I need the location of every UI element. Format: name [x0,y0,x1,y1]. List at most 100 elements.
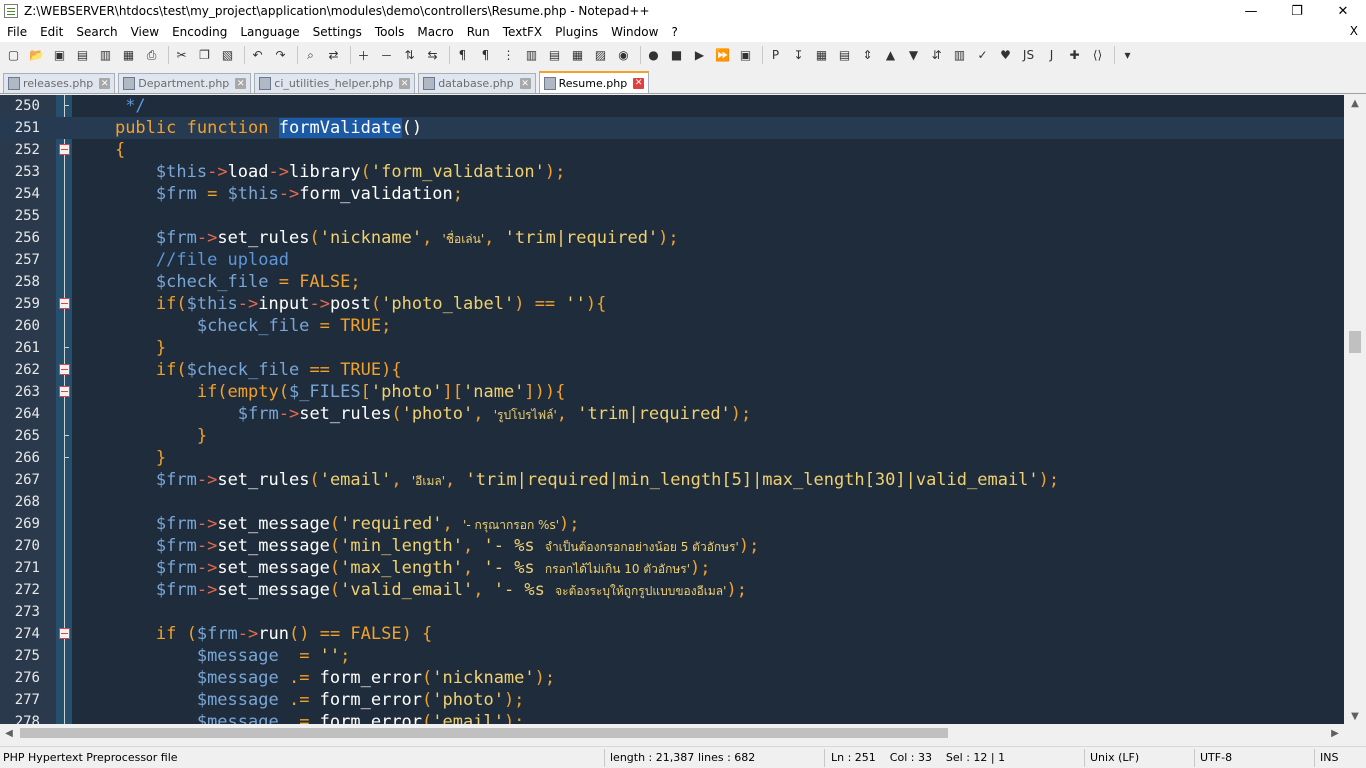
close-all-icon[interactable]: ▦ [119,46,138,65]
vertical-scroll-thumb[interactable] [1349,331,1361,353]
menu-tools[interactable]: Tools [368,25,411,39]
code-line[interactable]: 278 $message .= form_error('email'); [0,711,1344,724]
fold-toggle-icon[interactable] [59,144,70,155]
table-icon[interactable]: ▦ [812,46,831,65]
code-line[interactable]: 262 if($check_file == TRUE){ [0,359,1344,381]
code-line[interactable]: 258 $check_file = FALSE; [0,271,1344,293]
scroll-left-button[interactable]: ◀ [0,724,18,742]
code-line[interactable]: 276 $message .= form_error('nickname'); [0,667,1344,689]
compare-icon[interactable]: ⇵ [927,46,946,65]
udl-icon[interactable]: ▥ [522,46,541,65]
close-tab-icon[interactable]: ✕ [399,78,411,89]
code-line[interactable]: 251 public function formValidate() [0,117,1344,139]
close-tab-icon[interactable]: ✕ [235,78,247,89]
stop-record-icon[interactable]: ■ [667,46,686,65]
menu-encoding[interactable]: Encoding [165,25,233,39]
code-line[interactable]: 268 [0,491,1344,513]
scroll-right-button[interactable]: ▶ [1326,724,1344,742]
code-line[interactable]: 270 $frm->set_message('min_length', '- %… [0,535,1344,557]
tab-department-php[interactable]: Department.php ✕ [118,73,252,93]
fold-toggle-icon[interactable] [59,298,70,309]
sync-vertical-icon[interactable]: ⇅ [400,46,419,65]
code-line[interactable]: 259 if($this->input->post('photo_label')… [0,293,1344,315]
paste-icon[interactable]: ▧ [218,46,237,65]
play-macro-icon[interactable]: ▶ [690,46,709,65]
tab-resume-php[interactable]: Resume.php ✕ [538,71,650,93]
code-line[interactable]: 255 [0,205,1344,227]
open-file-icon[interactable]: 📂 [27,46,46,65]
json-icon[interactable]: J [1042,46,1061,65]
code-line[interactable]: 253 $this->load->library('form_validatio… [0,161,1344,183]
new-file-icon[interactable]: ▢ [4,46,23,65]
code-line[interactable]: 260 $check_file = TRUE; [0,315,1344,337]
replace-icon[interactable]: ⇄ [324,46,343,65]
code-line[interactable]: 257 //file upload [0,249,1344,271]
code-line[interactable]: 263 if(empty($_FILES['photo']['name'])){ [0,381,1344,403]
close-tab-icon[interactable]: ✕ [519,78,531,89]
code-line[interactable]: 269 $frm->set_message('required', '- กรุ… [0,513,1344,535]
heart-icon[interactable]: ♥ [996,46,1015,65]
tab-releases-php[interactable]: releases.php ✕ [3,73,116,93]
fold-toggle-icon[interactable] [59,628,70,639]
tab-database-php[interactable]: database.php ✕ [418,73,536,93]
down-arrow-icon[interactable]: ▼ [904,46,923,65]
zoom-out-icon[interactable]: － [377,46,396,65]
maximize-button[interactable]: ❐ [1274,0,1320,22]
plugin-icon[interactable]: ✚ [1065,46,1084,65]
save-icon[interactable]: ▣ [50,46,69,65]
menu-view[interactable]: View [124,25,165,39]
menu-macro[interactable]: Macro [410,25,459,39]
minimize-button[interactable]: — [1228,0,1274,22]
menu-edit[interactable]: Edit [33,25,69,39]
vertical-scrollbar[interactable]: ▲ ▼ [1344,95,1366,724]
sort-icon[interactable]: ⇕ [858,46,877,65]
folder-workspace-icon[interactable]: ▨ [591,46,610,65]
indent-guide-icon[interactable]: ⋮ [499,46,518,65]
scroll-up-button[interactable]: ▲ [1344,95,1366,111]
find-icon[interactable]: ⌕ [301,46,320,65]
menu-window[interactable]: Window [604,25,664,39]
code-line[interactable]: 266 } [0,447,1344,469]
record-macro-icon[interactable]: ● [644,46,663,65]
copy-icon[interactable]: ❐ [195,46,214,65]
close-tab-icon[interactable]: ✕ [633,77,645,89]
xml-icon[interactable]: ⟨⟩ [1088,46,1107,65]
close-icon[interactable]: ▥ [96,46,115,65]
menu-plugins[interactable]: Plugins [548,25,604,39]
menu-language[interactable]: Language [233,25,305,39]
code-line[interactable]: 250 */ [0,95,1344,117]
code-line[interactable]: 252 { [0,139,1344,161]
up-arrow-icon[interactable]: ▲ [881,46,900,65]
split-icon[interactable]: ▥ [950,46,969,65]
menu-textfx[interactable]: TextFX [496,25,548,39]
function-list-icon[interactable]: ▦ [568,46,587,65]
close-document-button[interactable]: X [1350,24,1358,38]
fold-toggle-icon[interactable] [59,364,70,375]
code-line[interactable]: 274 if ($frm->run() == FALSE) { [0,623,1344,645]
code-line[interactable]: 272 $frm->set_message('valid_email', '- … [0,579,1344,601]
undo-icon[interactable]: ↶ [248,46,267,65]
run-macro-multiple-icon[interactable]: ⏩ [713,46,732,65]
horizontal-scroll-thumb[interactable] [20,728,948,738]
js-icon[interactable]: JS [1019,46,1038,65]
horizontal-scrollbar[interactable]: ◀ ▶ [0,724,1344,742]
save-macro-icon[interactable]: ▣ [736,46,755,65]
spell-check-icon[interactable]: ✓ [973,46,992,65]
sync-horizontal-icon[interactable]: ⇆ [423,46,442,65]
code-line[interactable]: 267 $frm->set_rules('email', 'อีเมล', 't… [0,469,1344,491]
word-wrap-icon[interactable]: ¶ [453,46,472,65]
fold-toggle-icon[interactable] [59,386,70,397]
code-line[interactable]: 254 $frm = $this->form_validation; [0,183,1344,205]
code-line[interactable]: 277 $message .= form_error('photo'); [0,689,1344,711]
code-line[interactable]: 256 $frm->set_rules('nickname', 'ชื่อเล่… [0,227,1344,249]
menu-file[interactable]: File [0,25,33,39]
code-line[interactable]: 264 $frm->set_rules('photo', 'รูปโปรไฟล์… [0,403,1344,425]
close-tab-icon[interactable]: ✕ [99,78,111,89]
code-line[interactable]: 265 } [0,425,1344,447]
monitor-icon[interactable]: ◉ [614,46,633,65]
code-line[interactable]: 271 $frm->set_message('max_length', '- %… [0,557,1344,579]
menu-settings[interactable]: Settings [306,25,368,39]
list-icon[interactable]: ▤ [835,46,854,65]
code-line[interactable]: 273 [0,601,1344,623]
zoom-in-icon[interactable]: ＋ [354,46,373,65]
